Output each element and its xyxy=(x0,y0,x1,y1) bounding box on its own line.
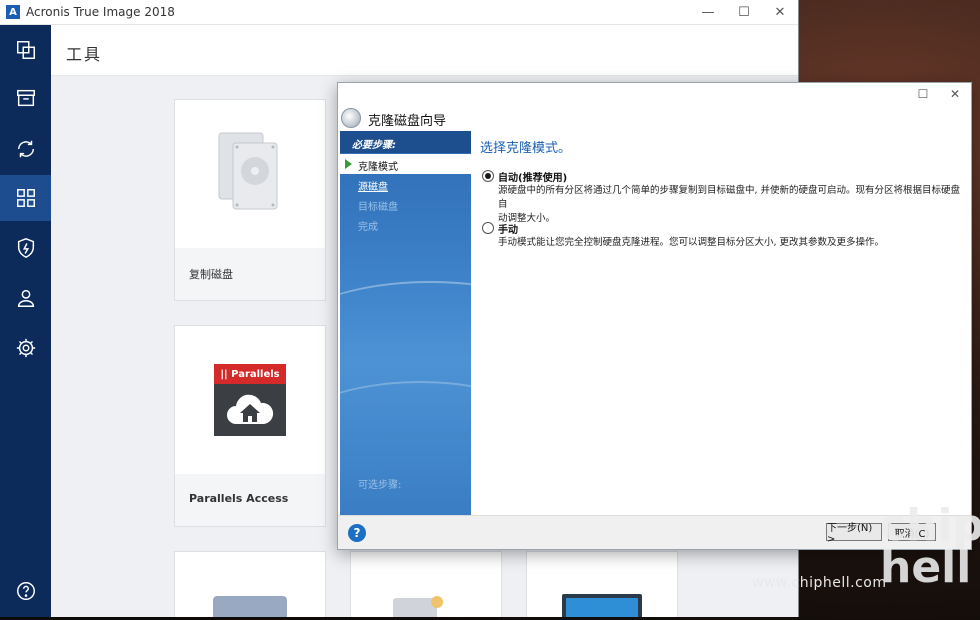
tool-card-label: 复制磁盘 xyxy=(175,248,325,300)
optional-steps-label: 可选步骤: xyxy=(358,480,402,491)
wizard-content: 选择克隆模式。 自动(推荐使用) 源硬盘中的所有分区将通过几个简单的步骤复制到目… xyxy=(472,131,971,515)
hard-disk-icon xyxy=(218,132,278,210)
wizard-header: 克隆磁盘向导 xyxy=(338,105,971,131)
wizard-footer: ? 下一步(N) > 取消(C) xyxy=(338,515,971,549)
disk-icon xyxy=(213,596,287,617)
app-titlebar: A Acronis True Image 2018 — ☐ ✕ xyxy=(0,0,798,25)
step-source-disk[interactable]: 源磁盘 xyxy=(340,174,471,194)
sidebar-item-archive[interactable] xyxy=(0,75,51,121)
tool-card-parallels-access[interactable]: || Parallels Parallels Access xyxy=(174,325,326,527)
wizard-steps-panel: 必要步骤: 克隆模式 源磁盘 目标磁盘 完成 可选步骤: xyxy=(340,131,471,515)
help-icon[interactable]: ? xyxy=(348,524,366,542)
tool-card-label: Parallels Access xyxy=(175,474,325,526)
manual-mode-description: 手动模式能让您完全控制硬盘克隆进程。您可以调整目标分区大小, 更改其参数及更多操… xyxy=(498,237,885,248)
grid-icon xyxy=(16,189,35,207)
close-button[interactable]: ✕ xyxy=(762,0,798,24)
sidebar-item-tools[interactable] xyxy=(0,175,51,221)
sidebar xyxy=(0,25,51,617)
auto-mode-radio[interactable] xyxy=(482,170,494,182)
next-button[interactable]: 下一步(N) > xyxy=(826,523,882,545)
current-step-arrow-icon xyxy=(345,159,352,169)
clone-disk-wizard: ☐ ✕ 克隆磁盘向导 必要步骤: 克隆模式 源磁盘 目标磁盘 完成 可选步骤: … xyxy=(337,82,972,550)
sync-icon xyxy=(17,140,34,158)
archive-icon xyxy=(16,89,35,107)
sidebar-item-account[interactable] xyxy=(0,275,51,321)
sidebar-item-settings[interactable] xyxy=(0,325,51,371)
tool-card[interactable] xyxy=(526,551,678,617)
app-title: Acronis True Image 2018 xyxy=(26,5,175,19)
parallels-brand: || Parallels xyxy=(214,364,286,384)
wizard-title: 克隆磁盘向导 xyxy=(368,114,447,129)
cloud-home-icon xyxy=(227,394,274,424)
wizard-close-button[interactable]: ✕ xyxy=(939,83,971,105)
maximize-button[interactable]: ☐ xyxy=(726,0,762,24)
wizard-heading: 选择克隆模式。 xyxy=(480,141,572,156)
manual-mode-radio[interactable] xyxy=(482,222,494,234)
parallels-icon: || Parallels xyxy=(214,364,286,436)
step-finish: 完成 xyxy=(358,222,378,233)
sidebar-item-protection[interactable] xyxy=(0,225,51,271)
monitor-icon xyxy=(562,594,642,617)
tool-card-clone-disk[interactable]: 复制磁盘 xyxy=(174,99,326,301)
sidebar-item-help[interactable] xyxy=(0,568,51,614)
main-header: 工具 xyxy=(51,25,798,76)
auto-mode-description: 源硬盘中的所有分区将通过几个简单的步骤复制到目标磁盘中, 并使新的硬盘可启动。现… xyxy=(498,185,961,224)
tool-card[interactable] xyxy=(350,551,502,617)
minimize-button[interactable]: — xyxy=(690,0,726,24)
copy-icon xyxy=(16,41,35,59)
user-icon xyxy=(17,289,34,307)
acronis-logo-icon: A xyxy=(6,5,20,19)
shield-bolt-icon xyxy=(17,238,34,258)
help-icon xyxy=(16,582,35,600)
step-target-disk: 目标磁盘 xyxy=(358,202,398,213)
tool-card[interactable] xyxy=(174,551,326,617)
sidebar-item-backup[interactable] xyxy=(0,27,51,73)
manual-mode-label[interactable]: 手动 xyxy=(498,221,518,236)
clone-disk-icon xyxy=(341,108,361,128)
required-steps-header: 必要步骤: xyxy=(340,131,471,153)
disk-icon xyxy=(393,596,443,617)
watermark-site: www.chiphell.com xyxy=(752,575,887,591)
step-clone-mode[interactable]: 克隆模式 xyxy=(340,154,471,174)
auto-mode-label[interactable]: 自动(推荐使用) xyxy=(498,169,567,184)
chiphell-logo: chip hell xyxy=(880,500,980,593)
page-title: 工具 xyxy=(66,45,103,64)
sidebar-item-sync[interactable] xyxy=(0,126,51,172)
wizard-titlebar: ☐ ✕ xyxy=(338,83,971,105)
wizard-maximize-button[interactable]: ☐ xyxy=(907,83,939,105)
window-controls: — ☐ ✕ xyxy=(690,0,798,24)
gear-icon xyxy=(16,338,35,358)
